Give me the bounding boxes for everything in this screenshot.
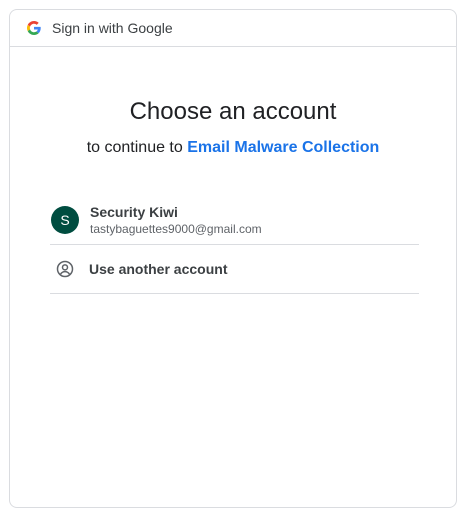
header-title: Sign in with Google	[52, 20, 173, 36]
page-title: Choose an account	[129, 98, 337, 125]
use-another-account-label: Use another account	[89, 261, 228, 277]
account-name: Security Kiwi	[90, 203, 178, 220]
app-name-link[interactable]: Email Malware Collection	[187, 139, 379, 156]
google-g-icon	[27, 21, 41, 35]
signin-header: Sign in with Google	[10, 10, 456, 47]
account-list: S Security Kiwi tastybaguettes9000@gmail…	[50, 195, 419, 294]
account-circle-icon	[55, 259, 75, 279]
use-another-account-button[interactable]: Use another account	[50, 245, 419, 294]
page-subtitle: to continue to Email Malware Collection	[10, 139, 456, 157]
avatar: S	[51, 205, 79, 234]
account-item[interactable]: S Security Kiwi tastybaguettes9000@gmail…	[50, 195, 419, 245]
signin-card: Sign in with Google Choose an account to…	[9, 9, 457, 508]
subtitle-prefix: to continue to	[86, 139, 183, 156]
account-email: tastybaguettes9000@gmail.com	[90, 221, 262, 236]
account-text: Security Kiwi tastybaguettes9000@gmail.c…	[90, 204, 262, 236]
